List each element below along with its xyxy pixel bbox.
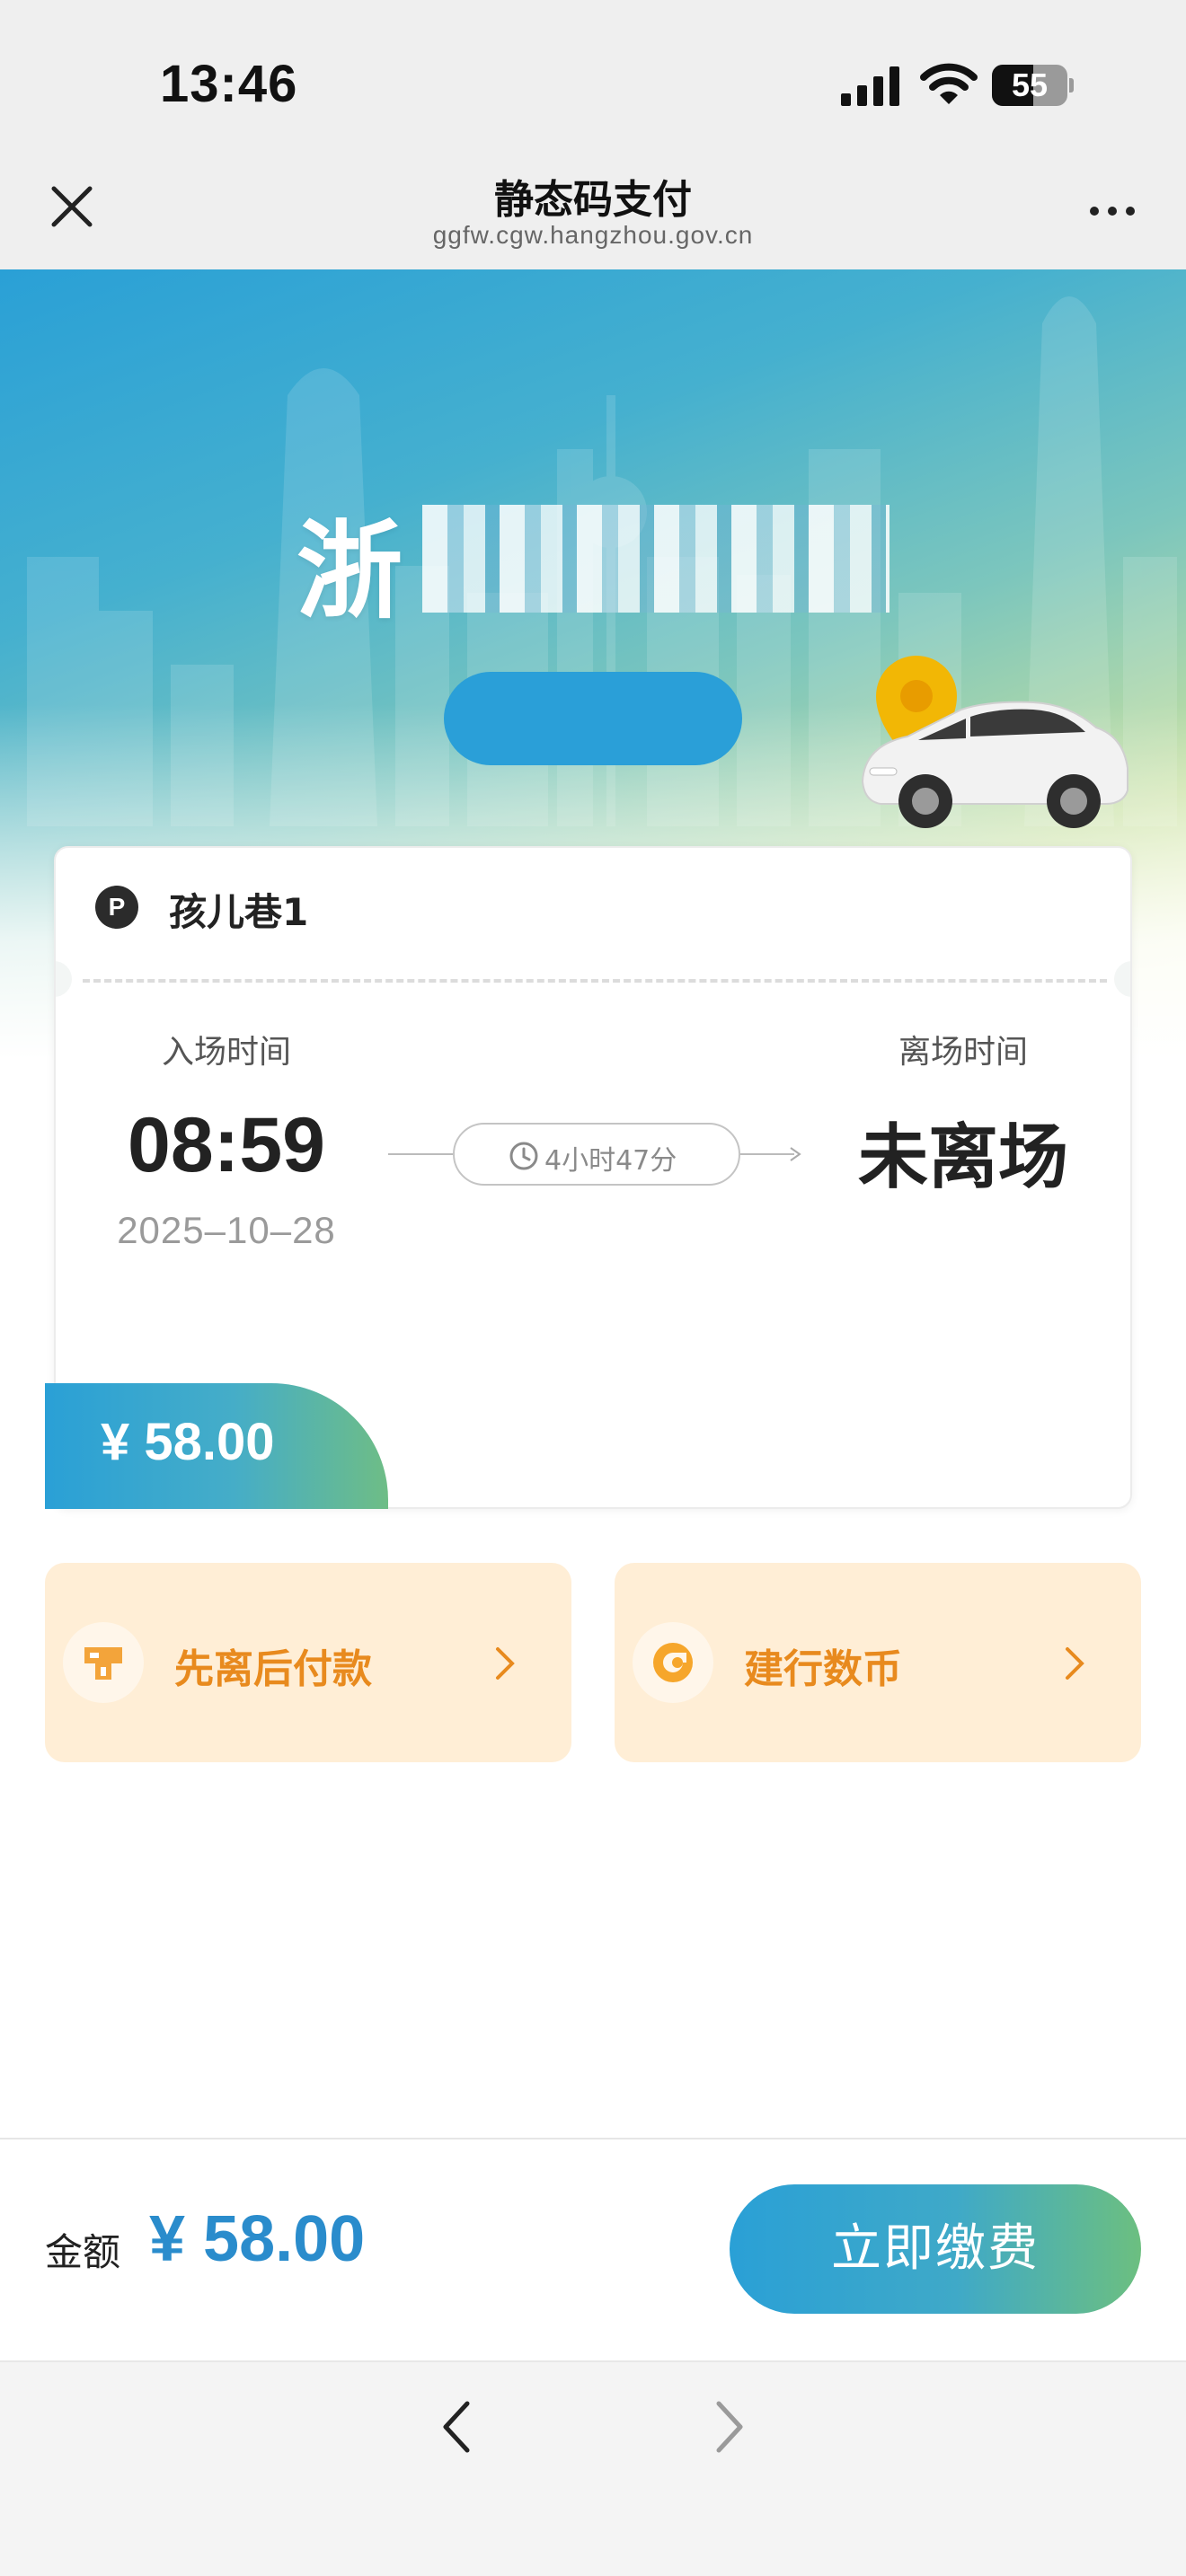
payment-bar: 金额 ¥ 58.00 立即缴费 (0, 2139, 1186, 2360)
plate-action-button[interactable] (444, 672, 742, 765)
chevron-right-icon (1066, 1647, 1084, 1680)
status-bar: 13:46 55 (0, 0, 1186, 153)
amount-label: 金额 (45, 2230, 121, 2274)
car-illustration (861, 656, 1128, 828)
chevron-right-icon (496, 1647, 515, 1680)
ccb-digital-currency-label: 建行数币 (744, 1646, 902, 1692)
arrow-right-icon (790, 1147, 801, 1161)
exit-time-label: 离场时间 (898, 1034, 1028, 1071)
browser-toolbar (0, 2360, 1186, 2576)
entry-date: 2025–10–28 (117, 1209, 336, 1251)
entry-time: 08:59 (128, 1102, 325, 1188)
entry-time-label: 入场时间 (161, 1034, 291, 1071)
pay-later-label: 先离后付款 (174, 1646, 372, 1692)
wifi-icon (920, 63, 978, 104)
clock-icon (509, 1142, 538, 1170)
page-url: ggfw.cgw.hangzhou.gov.cn (432, 221, 754, 249)
status-time: 13:46 (160, 55, 298, 113)
nav-bar: 静态码支付 ggfw.cgw.hangzhou.gov.cn (0, 153, 1186, 269)
page-title: 静态码支付 (494, 177, 692, 223)
parking-duration: 4小时47分 (388, 1123, 801, 1186)
ccb-icon-bg (633, 1622, 713, 1703)
pay-later-icon-bg (63, 1622, 144, 1703)
battery-level: 55 (1011, 66, 1049, 103)
pay-later-option[interactable]: 先离后付款 (45, 1563, 571, 1762)
duration-line-right (740, 1153, 794, 1155)
parking-lot-name: 孩儿巷1 (169, 890, 309, 934)
license-plate-redacted (422, 505, 890, 613)
back-icon[interactable] (438, 2398, 474, 2456)
ccb-digital-currency-icon (653, 1643, 693, 1682)
duration-text: 4小时47分 (544, 1145, 677, 1177)
pay-now-button[interactable]: 立即缴费 (730, 2184, 1141, 2314)
duration-pill: 4小时47分 (453, 1123, 740, 1186)
amount-value: ¥ 58.00 (149, 2203, 366, 2275)
duration-line-left (388, 1153, 453, 1155)
card-divider (83, 979, 1107, 983)
exit-status: 未离场 (857, 1117, 1068, 1198)
battery-icon: 55 (992, 65, 1074, 106)
signal-icon (841, 66, 899, 106)
license-plate: 浙 (296, 509, 409, 633)
more-icon[interactable] (1085, 198, 1139, 225)
pay-later-icon (84, 1647, 122, 1680)
forward-icon[interactable] (712, 2398, 748, 2456)
ccb-digital-currency-option[interactable]: 建行数币 (615, 1563, 1141, 1762)
parking-fee: ¥ 58.00 (101, 1413, 275, 1471)
parking-lot-row: P 孩儿巷1 (56, 848, 1130, 979)
parking-icon: P (95, 886, 138, 929)
